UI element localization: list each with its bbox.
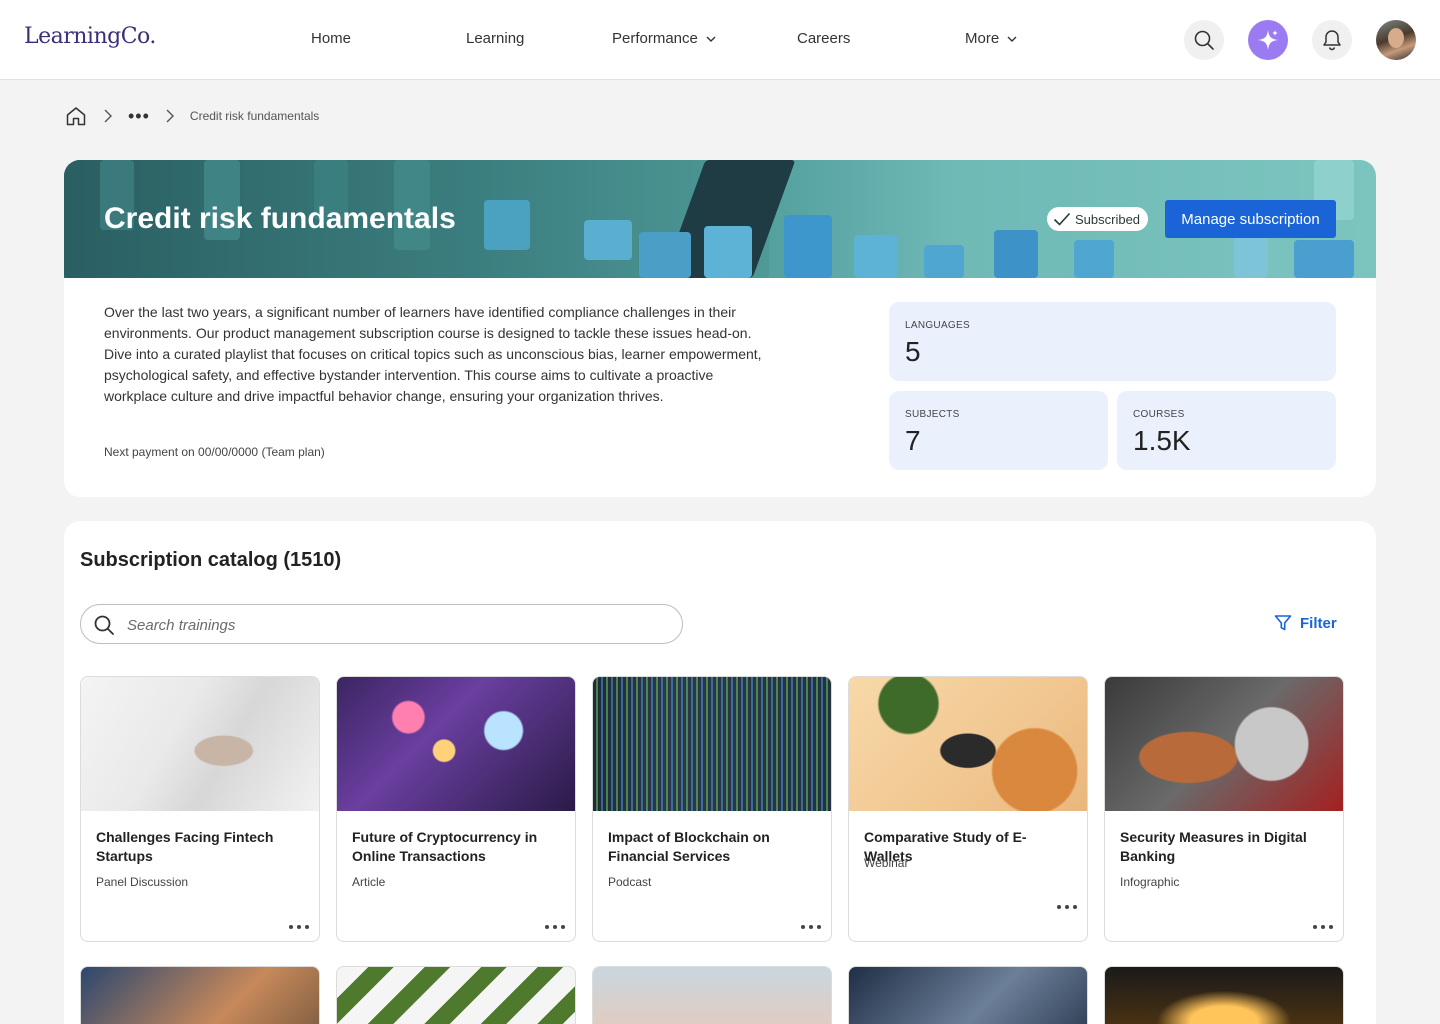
search-icon xyxy=(94,615,114,635)
card-type: Podcast xyxy=(608,875,652,889)
catalog-card[interactable] xyxy=(1104,966,1344,1024)
avatar[interactable] xyxy=(1376,20,1416,60)
filter-label: Filter xyxy=(1300,614,1337,632)
stat-subjects-label: SUBJECTS xyxy=(905,409,960,420)
nav-home[interactable]: Home xyxy=(311,30,351,47)
chevron-down-icon xyxy=(706,36,716,42)
manage-subscription-button[interactable]: Manage subscription xyxy=(1165,200,1336,238)
ai-assistant-button[interactable] xyxy=(1248,20,1288,60)
notifications-button[interactable] xyxy=(1312,20,1352,60)
card-thumbnail xyxy=(337,677,575,811)
chevron-right-icon xyxy=(88,104,128,128)
search-button[interactable] xyxy=(1184,20,1224,60)
more-options-icon[interactable] xyxy=(289,921,309,933)
nav-careers[interactable]: Careers xyxy=(797,30,850,47)
stat-languages: LANGUAGES 5 xyxy=(889,302,1336,381)
home-icon[interactable] xyxy=(64,104,88,128)
nav-home-label: Home xyxy=(311,30,352,47)
stat-languages-label: LANGUAGES xyxy=(905,320,970,331)
nav-learning[interactable]: Learning xyxy=(466,30,524,47)
subscribed-label: Subscribed xyxy=(1075,211,1141,227)
catalog-card[interactable]: Future of Cryptocurrency in Online Trans… xyxy=(336,676,576,942)
subscription-catalog: Subscription catalog (1510) Filter Chall… xyxy=(64,521,1376,1024)
more-options-icon[interactable] xyxy=(545,921,565,933)
card-thumbnail xyxy=(81,677,319,811)
bell-icon xyxy=(1323,30,1341,51)
card-title: Challenges Facing Fintech Startups xyxy=(96,829,274,864)
nav-performance-label: Performance xyxy=(612,30,698,47)
subscribed-badge: Subscribed xyxy=(1047,207,1149,231)
catalog-card[interactable]: Challenges Facing Fintech Startups Panel… xyxy=(80,676,320,942)
filter-icon xyxy=(1274,615,1292,631)
search-bar xyxy=(80,604,683,644)
stat-courses: COURSES 1.5K xyxy=(1117,391,1336,470)
chevron-down-icon xyxy=(1007,36,1017,42)
card-title: Impact of Blockchain on Financial Servic… xyxy=(608,829,770,864)
stat-subjects-value: 7 xyxy=(905,425,921,456)
card-type: Panel Discussion xyxy=(96,875,189,889)
logo[interactable]: LearningCo. xyxy=(24,24,156,49)
catalog-card[interactable]: Comparative Study of E-Wallets Webinar xyxy=(848,676,1088,942)
breadcrumb-more[interactable]: ••• xyxy=(128,107,150,125)
catalog-card[interactable] xyxy=(336,966,576,1024)
more-options-icon[interactable] xyxy=(1313,921,1333,933)
filter-button[interactable]: Filter xyxy=(1274,614,1337,632)
page-title: Credit risk fundamentals xyxy=(104,202,456,235)
nav-more[interactable]: More xyxy=(965,30,1017,47)
card-type: Infographic xyxy=(1120,875,1180,889)
catalog-card[interactable] xyxy=(592,966,832,1024)
chevron-right-icon xyxy=(150,104,190,128)
stat-languages-value: 5 xyxy=(905,336,921,367)
nav-careers-label: Careers xyxy=(797,30,851,47)
card-thumbnail xyxy=(593,677,831,811)
search-input[interactable] xyxy=(127,614,647,636)
catalog-card[interactable]: Impact of Blockchain on Financial Servic… xyxy=(592,676,832,942)
breadcrumb-current: Credit risk fundamentals xyxy=(189,109,320,123)
card-title: Future of Cryptocurrency in Online Trans… xyxy=(352,829,538,864)
catalog-title: Subscription catalog (1510) xyxy=(80,549,342,571)
subscription-hero-card: Credit risk fundamentals Subscribed Mana… xyxy=(64,160,1376,497)
card-thumbnail xyxy=(1105,677,1343,811)
card-type: Article xyxy=(352,875,386,889)
hero-banner-image: Credit risk fundamentals Subscribed Mana… xyxy=(64,160,1376,278)
check-icon xyxy=(1053,212,1071,226)
catalog-card[interactable]: Security Measures in Digital Banking Inf… xyxy=(1104,676,1344,942)
more-options-icon[interactable] xyxy=(1057,901,1077,913)
subscription-description: Over the last two years, a significant n… xyxy=(104,304,762,404)
card-type: Webinar xyxy=(864,856,909,870)
catalog-card[interactable] xyxy=(848,966,1088,1024)
next-payment-text: Next payment on 00/00/0000 (Team plan) xyxy=(104,445,325,459)
nav-learning-label: Learning xyxy=(466,30,525,47)
stat-courses-label: COURSES xyxy=(1133,409,1185,420)
search-icon xyxy=(1194,30,1214,50)
stat-subjects: SUBJECTS 7 xyxy=(889,391,1108,470)
catalog-card[interactable] xyxy=(80,966,320,1024)
nav-performance[interactable]: Performance xyxy=(612,30,716,47)
stat-courses-value: 1.5K xyxy=(1133,425,1191,456)
more-options-icon[interactable] xyxy=(801,921,821,933)
card-thumbnail xyxy=(849,677,1087,811)
breadcrumb: ••• Credit risk fundamentals xyxy=(64,104,319,128)
card-title: Security Measures in Digital Banking xyxy=(1120,829,1307,864)
top-navigation: LearningCo. Home Learning Performance Ca… xyxy=(0,0,1440,80)
nav-more-label: More xyxy=(965,30,1000,47)
sparkle-icon xyxy=(1258,30,1278,50)
